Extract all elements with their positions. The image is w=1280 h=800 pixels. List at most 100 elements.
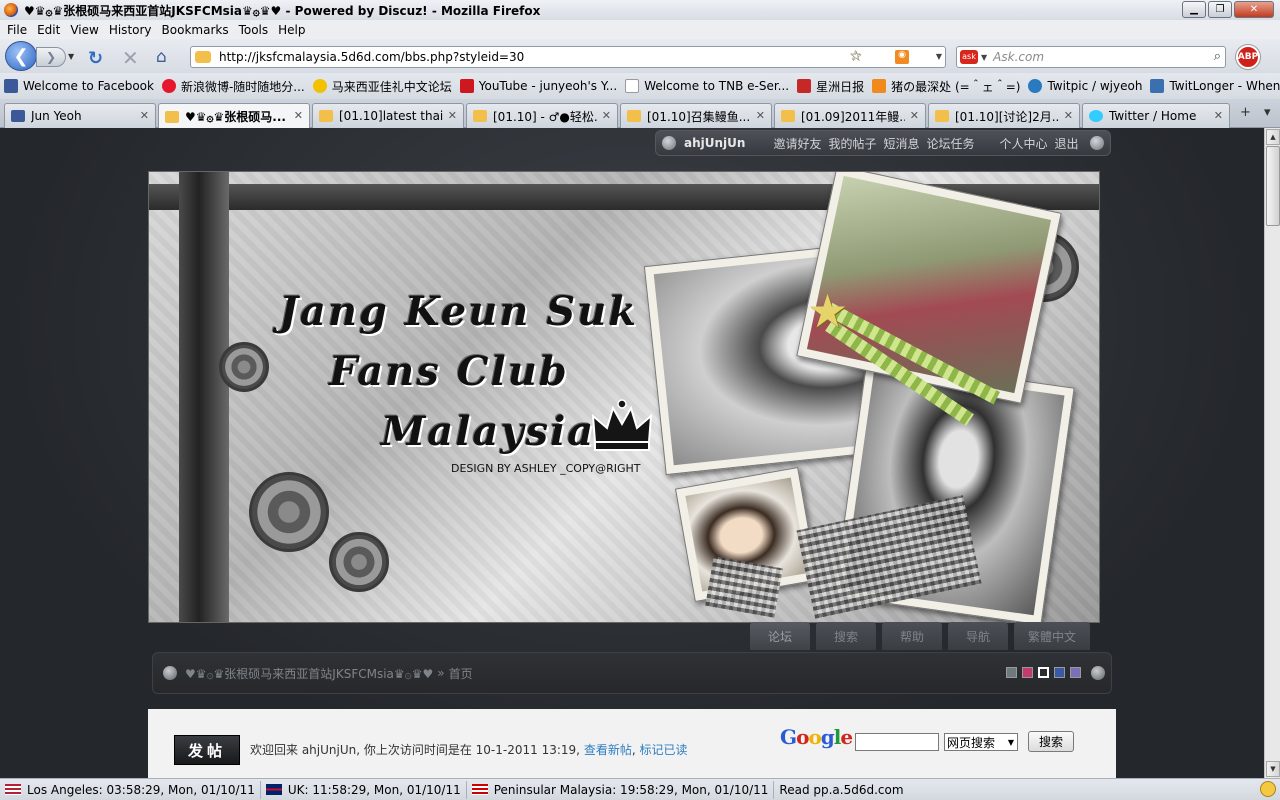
tab-jksfc-home[interactable]: ♥♛۞♛张根硕马... ✕ <box>158 103 310 129</box>
style-swatch-gray[interactable] <box>1006 667 1017 678</box>
style-swatch-white[interactable] <box>1038 667 1049 678</box>
invite-friends-link[interactable]: 邀请好友 <box>773 135 821 152</box>
menu-history[interactable]: History <box>104 23 157 37</box>
bookmark-sinchew[interactable]: 星洲日报 <box>797 78 864 95</box>
rose-decoration <box>249 472 329 552</box>
discuz-icon <box>165 110 179 123</box>
back-button[interactable]: ❮ <box>5 41 37 71</box>
us-flag-icon <box>5 784 21 795</box>
discuz-icon <box>627 110 641 122</box>
bullet-icon <box>1090 136 1104 150</box>
nav-tab-search[interactable]: 搜索 <box>816 622 876 650</box>
tab-0110-relax[interactable]: [01.10] - ♂●轻松... ✕ <box>466 103 618 128</box>
menu-help[interactable]: Help <box>273 23 310 37</box>
tab-0109-2011[interactable]: [01.09]2011年鳗... ✕ <box>774 103 926 128</box>
style-swatch-pink[interactable] <box>1022 667 1033 678</box>
url-dropdown-icon[interactable]: ▼ <box>936 52 942 61</box>
messages-link[interactable]: 短消息 <box>883 135 919 152</box>
close-tab-icon[interactable]: ✕ <box>910 109 919 122</box>
style-swatches <box>1006 667 1081 678</box>
menu-tools[interactable]: Tools <box>234 23 274 37</box>
bookmark-youtube[interactable]: YouTube - junyeoh's Y... <box>459 79 617 93</box>
view-new-posts-link[interactable]: 查看新帖 <box>584 743 632 757</box>
forward-button[interactable]: ❯ <box>36 47 66 67</box>
new-post-button[interactable]: 发帖 <box>174 735 240 765</box>
menu-view[interactable]: View <box>65 23 103 37</box>
tab-list-icon[interactable]: ▾ <box>1264 105 1271 120</box>
status-addon-icon[interactable] <box>1260 781 1276 797</box>
search-bar[interactable]: ask ▼ Ask.com ⌕ <box>956 46 1226 68</box>
rose-decoration <box>219 342 269 392</box>
google-search-type-select[interactable]: 网页搜索 ▼ <box>944 733 1018 751</box>
breadcrumb: ♥♛۞♛张根硕马来西亚首站JKSFCMsia♛۞♛♥ » 首页 <box>152 652 1112 694</box>
bookmark-cari[interactable]: 马来西亚佳礼中文论坛 <box>312 78 452 95</box>
discuz-icon <box>781 110 795 122</box>
style-swatch-purple[interactable] <box>1070 667 1081 678</box>
maximize-button[interactable]: ❐ <box>1208 1 1232 18</box>
bookmark-blogger[interactable]: 猪の最深处 (=＾ェ＾=) <box>872 78 1020 95</box>
close-tab-icon[interactable]: ✕ <box>140 109 149 122</box>
bookmark-twitpic[interactable]: Twitpic / wjyeoh <box>1028 79 1142 93</box>
close-tab-icon[interactable]: ✕ <box>448 109 457 122</box>
bookmark-tnb[interactable]: Welcome to TNB e-Ser... <box>625 79 789 93</box>
menu-edit[interactable]: Edit <box>32 23 65 37</box>
close-tab-icon[interactable]: ✕ <box>602 109 611 122</box>
my-posts-link[interactable]: 我的帖子 <box>828 135 876 152</box>
scroll-down-icon[interactable]: ▼ <box>1266 761 1280 777</box>
close-tab-icon[interactable]: ✕ <box>294 109 303 122</box>
menu-file[interactable]: File <box>2 23 32 37</box>
bookmark-weibo[interactable]: 新浪微博-随时随地分... <box>161 78 305 95</box>
star-decoration-icon: ★ <box>807 284 849 338</box>
banner-frame-left <box>179 172 229 622</box>
nav-tab-help[interactable]: 帮助 <box>882 622 942 650</box>
window-titlebar: ♥♛۞♛张根硕马来西亚首站JKSFCMsia♛۞♛♥ - Powered by … <box>0 0 1280 20</box>
search-icon[interactable]: ⌕ <box>1214 49 1221 64</box>
minimize-button[interactable]: ▁ <box>1182 1 1206 18</box>
tab-0110-gather[interactable]: [01.10]召集鳗鱼... ✕ <box>620 103 772 128</box>
vertical-scrollbar[interactable]: ▲ ▼ <box>1264 128 1280 778</box>
forum-nav-tabs: 论坛 搜索 帮助 导航 繁體中文 <box>750 622 1092 650</box>
scroll-up-icon[interactable]: ▲ <box>1266 129 1280 145</box>
welcome-text: 欢迎回来 ahjUnjUn, 你上次访问时间是在 10-1-2011 13:19… <box>250 743 580 757</box>
bookmark-twitlonger[interactable]: TwitLonger - When yo... <box>1150 79 1280 93</box>
google-search-button[interactable]: 搜索 <box>1028 731 1074 752</box>
welcome-message: 欢迎回来 ahjUnjUn, 你上次访问时间是在 10-1-2011 13:19… <box>250 741 688 758</box>
tab-twitter-home[interactable]: Twitter / Home ✕ <box>1082 103 1230 128</box>
tab-jun-yeoh[interactable]: Jun Yeoh ✕ <box>4 103 156 128</box>
nav-tab-forum[interactable]: 论坛 <box>750 622 810 650</box>
close-tab-icon[interactable]: ✕ <box>1064 109 1073 122</box>
url-text[interactable]: http://jksfcmalaysia.5d6d.com/bbs.php?st… <box>219 50 524 64</box>
site-banner[interactable]: Jang Keun Suk Fans Club Malaysia DESIGN … <box>148 171 1100 623</box>
logout-link[interactable]: 退出 <box>1055 135 1079 152</box>
scrollbar-thumb[interactable] <box>1266 146 1280 226</box>
home-icon[interactable]: ⌂ <box>156 47 167 67</box>
url-bar[interactable]: http://jksfcmalaysia.5d6d.com/bbs.php?st… <box>190 46 946 68</box>
menu-bookmarks[interactable]: Bookmarks <box>157 23 234 37</box>
mark-read-link[interactable]: 标记已读 <box>639 743 687 757</box>
username-link[interactable]: ahjUnjUn <box>684 136 745 150</box>
bullet-icon <box>1091 666 1105 680</box>
bookmark-star-icon[interactable]: ☆ <box>849 48 929 64</box>
user-center-link[interactable]: 个人中心 <box>1000 135 1048 152</box>
forum-tasks-link[interactable]: 论坛任务 <box>927 135 975 152</box>
close-window-button[interactable]: ✕ <box>1234 1 1274 18</box>
reload-icon[interactable]: ↻ <box>88 48 103 69</box>
tab-0110-discussion[interactable]: [01.10][讨论]2月... ✕ <box>928 103 1080 128</box>
search-placeholder[interactable]: Ask.com <box>993 50 1044 64</box>
adblock-plus-icon[interactable]: ABP <box>1236 45 1260 69</box>
search-engine-dropdown-icon[interactable]: ▼ <box>981 53 987 62</box>
nav-tab-navigation[interactable]: 导航 <box>948 622 1008 650</box>
ask-engine-icon[interactable]: ask <box>960 50 978 64</box>
twitpic-icon <box>1028 79 1043 93</box>
tab-latest-thai[interactable]: [01.10]latest thai'...✕ <box>312 103 464 128</box>
google-search-input[interactable] <box>855 733 939 751</box>
style-swatch-blue[interactable] <box>1054 667 1065 678</box>
history-dropdown-icon[interactable]: ▼ <box>68 52 74 61</box>
breadcrumb-site-link[interactable]: ♥♛۞♛张根硕马来西亚首站JKSFCMsia♛۞♛♥ <box>185 665 433 682</box>
new-tab-icon[interactable]: + <box>1240 105 1251 120</box>
bookmark-facebook[interactable]: Welcome to Facebook <box>4 79 154 93</box>
stop-icon[interactable]: ✕ <box>122 46 139 70</box>
nav-tab-traditional-chinese[interactable]: 繁體中文 <box>1014 622 1090 650</box>
close-tab-icon[interactable]: ✕ <box>756 109 765 122</box>
close-tab-icon[interactable]: ✕ <box>1214 109 1223 122</box>
